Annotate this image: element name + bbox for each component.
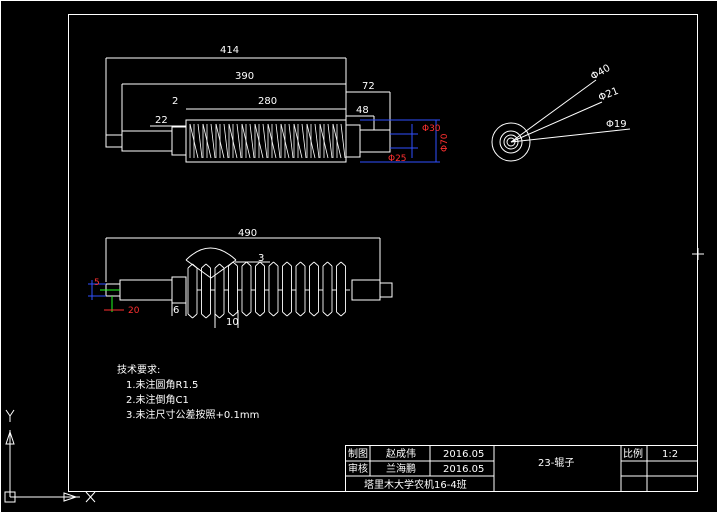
dim-5: 5 [94,278,100,288]
dim-10: 10 [226,317,239,328]
note-item-3: 3.未注尺寸公差按照+0.1mm [126,408,259,421]
tb-drawn-label: 制图 [348,447,368,460]
dim-20: 20 [128,306,140,316]
dim-phi25: Φ25 [388,154,407,164]
front-view [105,237,393,328]
dim-48: 48 [356,105,369,116]
dim-phi21: Φ21 [597,86,620,104]
sheet-border [0,0,718,513]
dim-490: 490 [238,228,257,239]
top-roller-flutes [189,123,346,159]
notes-title: 技术要求: [117,363,160,376]
note-item-1: 1.未注圆角R1.5 [126,378,198,391]
dim-22: 22 [155,115,168,126]
tb-scale-value: 1:2 [662,449,678,460]
tb-review-date: 2016.05 [443,464,484,475]
dim-72: 72 [362,81,375,92]
dim-414: 414 [220,45,239,56]
tb-review-name: 兰海鹏 [386,462,416,475]
tb-drawn-name: 赵成伟 [386,447,416,460]
dim-3: 3 [258,253,264,264]
dim-6: 6 [173,305,179,316]
dim-280: 280 [258,96,277,107]
tb-school: 塔里木大学农机16-4班 [364,478,467,491]
note-item-2: 2.未注倒角C1 [126,393,189,406]
dim-phi30: Φ30 [422,124,441,134]
cad-drawing-canvas[interactable]: 414 390 72 2 280 48 22 Φ30 Φ25 Φ70 Φ40 Φ… [0,0,718,513]
tb-drawn-date: 2016.05 [443,449,484,460]
viewport-nav-marker-icon[interactable] [692,248,704,260]
tb-scale-label: 比例 [623,447,643,460]
dim-390: 390 [235,71,254,82]
ucs-icon[interactable] [4,409,96,503]
dim-phi40: Φ40 [589,63,612,83]
dim-2: 2 [172,96,178,107]
tb-review-label: 审核 [348,462,368,475]
dim-phi19: Φ19 [606,119,627,130]
tb-part-name: 23-辊子 [538,456,574,469]
front-roller-flutes [187,261,350,319]
dim-phi70: Φ70 [440,133,450,152]
